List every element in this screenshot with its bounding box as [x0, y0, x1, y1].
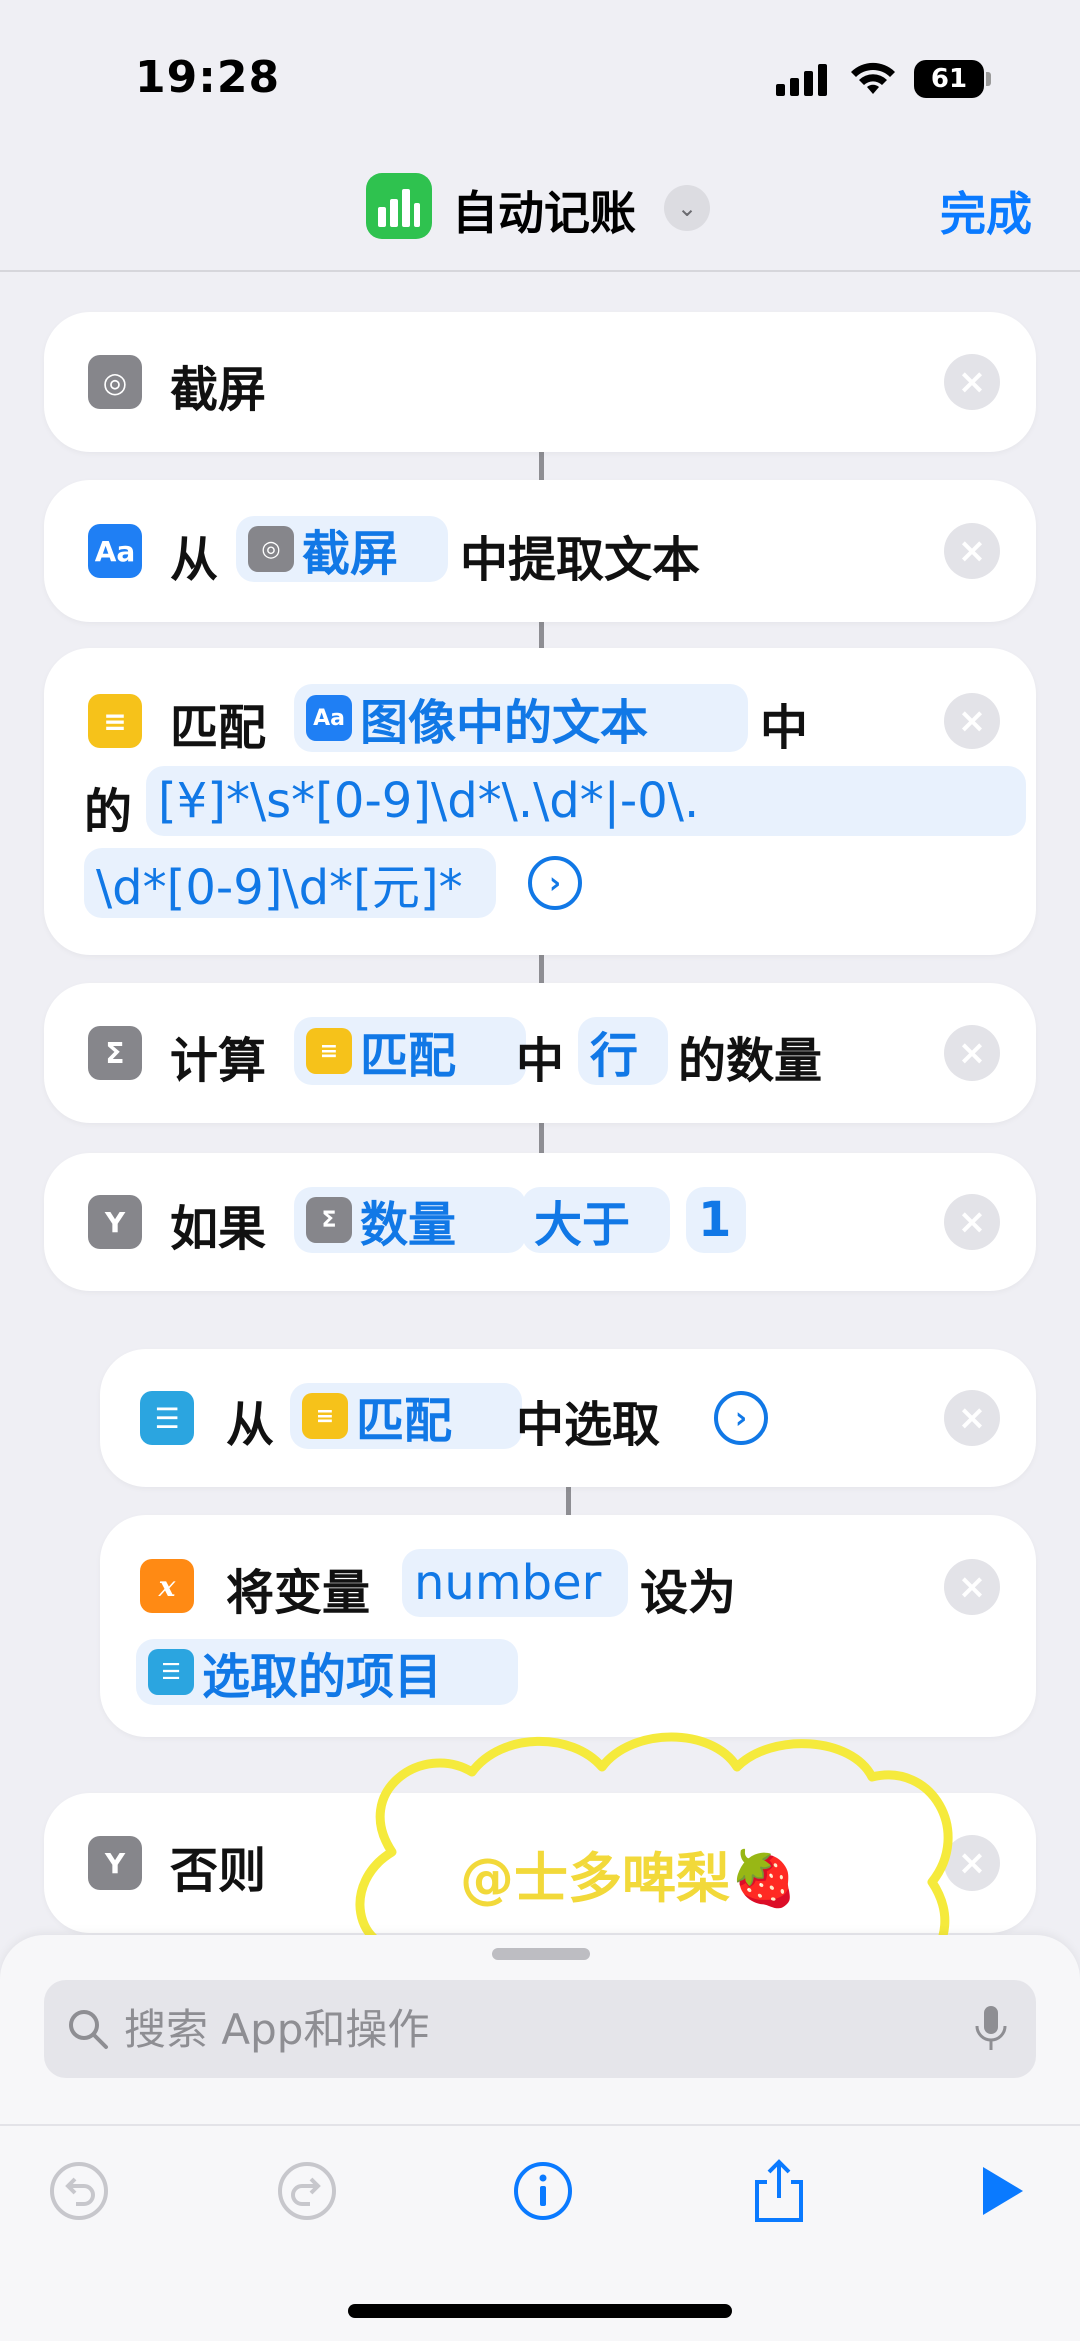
- numbers-app-icon[interactable]: [366, 173, 432, 239]
- match-text-icon: ≡: [306, 1028, 352, 1074]
- text-recognition-icon: Aa: [306, 695, 352, 741]
- regex-pattern-line1[interactable]: [¥]*\s*[0-9]\d*\.\d*|-0\.: [146, 766, 1026, 836]
- play-icon: [983, 2167, 1023, 2215]
- action-label: 匹配: [170, 700, 267, 756]
- action-screenshot[interactable]: ◎ 截屏 ×: [44, 312, 1036, 452]
- action-suffix: 中提取文本: [460, 532, 701, 588]
- share-button[interactable]: [744, 2156, 814, 2226]
- share-icon: [755, 2159, 803, 2222]
- microphone-icon[interactable]: [974, 2004, 1008, 2054]
- done-button[interactable]: 完成: [940, 178, 1032, 244]
- match-text-icon: ≡: [88, 694, 142, 748]
- remove-action-button[interactable]: ×: [944, 1025, 1000, 1081]
- toolbar-divider: [0, 2124, 1080, 2126]
- regex-pattern-line2[interactable]: \d*[0-9]\d*[元]*: [84, 848, 496, 918]
- action-extract-text[interactable]: Aa 从 ◎ 截屏 中提取文本 ×: [44, 480, 1036, 622]
- sigma-icon: Σ: [306, 1197, 352, 1243]
- expand-options-icon[interactable]: ›: [714, 1391, 768, 1445]
- search-input[interactable]: [122, 2003, 926, 2055]
- variable-x-icon: x: [140, 1559, 194, 1613]
- action-from-label: 从: [226, 1397, 275, 1453]
- if-branch-icon: Y: [88, 1836, 142, 1890]
- info-icon: [514, 2162, 572, 2220]
- sheet-grabber[interactable]: [492, 1948, 590, 1960]
- search-bar[interactable]: [44, 1980, 1036, 2078]
- action-in-label: 中: [760, 700, 809, 756]
- list-icon: ☰: [140, 1391, 194, 1445]
- undo-icon: [50, 2162, 108, 2220]
- watermark-text: @士多啤梨🍓: [460, 1847, 798, 1910]
- remove-action-button[interactable]: ×: [944, 693, 1000, 749]
- redo-icon: [278, 2162, 336, 2220]
- action-in-label: 中: [516, 1033, 565, 1089]
- action-from-label: 从: [170, 532, 219, 588]
- parameter-token-lines[interactable]: 行: [578, 1017, 668, 1085]
- action-count[interactable]: Σ 计算 ≡ 匹配 中 行 的数量 ×: [44, 983, 1036, 1123]
- remove-action-button[interactable]: ×: [944, 354, 1000, 410]
- remove-action-button[interactable]: ×: [944, 1559, 1000, 1615]
- variable-token-screenshot[interactable]: ◎ 截屏: [236, 516, 448, 582]
- action-to-label: 设为: [640, 1565, 737, 1621]
- text-recognition-icon: Aa: [88, 524, 142, 578]
- action-label: 如果: [170, 1201, 267, 1257]
- screenshot-icon: ◎: [248, 526, 294, 572]
- chevron-down-icon[interactable]: ⌄: [664, 185, 710, 231]
- action-pick-from-list[interactable]: ☰ 从 ≡ 匹配 中选取 › ×: [100, 1349, 1036, 1487]
- remove-action-button[interactable]: ×: [944, 1390, 1000, 1446]
- shortcut-title[interactable]: 自动记账: [452, 177, 636, 243]
- remove-action-button[interactable]: ×: [944, 523, 1000, 579]
- connector-line: [539, 452, 544, 480]
- info-button[interactable]: [508, 2156, 578, 2226]
- action-if[interactable]: Y 如果 Σ 数量 大于 1 ×: [44, 1153, 1036, 1291]
- undo-button[interactable]: [44, 2156, 114, 2226]
- action-label: 否则: [170, 1843, 267, 1899]
- sigma-icon: Σ: [88, 1026, 142, 1080]
- connector-line: [539, 622, 544, 648]
- action-match-text[interactable]: ≡ 匹配 Aa 图像中的文本 中 的 [¥]*\s*[0-9]\d*\.\d*|…: [44, 648, 1036, 955]
- variable-token-match[interactable]: ≡ 匹配: [294, 1017, 526, 1085]
- run-button[interactable]: [966, 2156, 1036, 2226]
- variable-name-token[interactable]: number: [402, 1549, 628, 1617]
- home-indicator: [348, 2304, 732, 2318]
- variable-token-count[interactable]: Σ 数量: [294, 1187, 526, 1253]
- action-set-variable[interactable]: x 将变量 number 设为 ☰ 选取的项目 ×: [100, 1515, 1036, 1737]
- list-icon: ☰: [148, 1649, 194, 1695]
- connector-line: [539, 955, 544, 983]
- action-of-label: 的: [84, 784, 133, 840]
- variable-token-picked-item[interactable]: ☰ 选取的项目: [136, 1639, 518, 1705]
- if-branch-icon: Y: [88, 1195, 142, 1249]
- action-suffix: 的数量: [678, 1033, 823, 1089]
- connector-line: [566, 1487, 571, 1515]
- action-label: 截屏: [170, 362, 267, 418]
- action-label: 计算: [170, 1033, 267, 1089]
- redo-button[interactable]: [272, 2156, 342, 2226]
- expand-options-icon[interactable]: ›: [528, 856, 582, 910]
- variable-token-image-text[interactable]: Aa 图像中的文本: [294, 684, 748, 752]
- variable-token-match[interactable]: ≡ 匹配: [290, 1383, 522, 1449]
- connector-line: [539, 1123, 544, 1153]
- value-token[interactable]: 1: [686, 1187, 746, 1253]
- match-text-icon: ≡: [302, 1393, 348, 1439]
- condition-token[interactable]: 大于: [522, 1187, 670, 1253]
- action-suffix: 中选取: [516, 1397, 661, 1453]
- screenshot-icon: ◎: [88, 355, 142, 409]
- search-icon: [69, 2010, 108, 2049]
- action-label: 将变量: [226, 1565, 371, 1621]
- remove-action-button[interactable]: ×: [944, 1194, 1000, 1250]
